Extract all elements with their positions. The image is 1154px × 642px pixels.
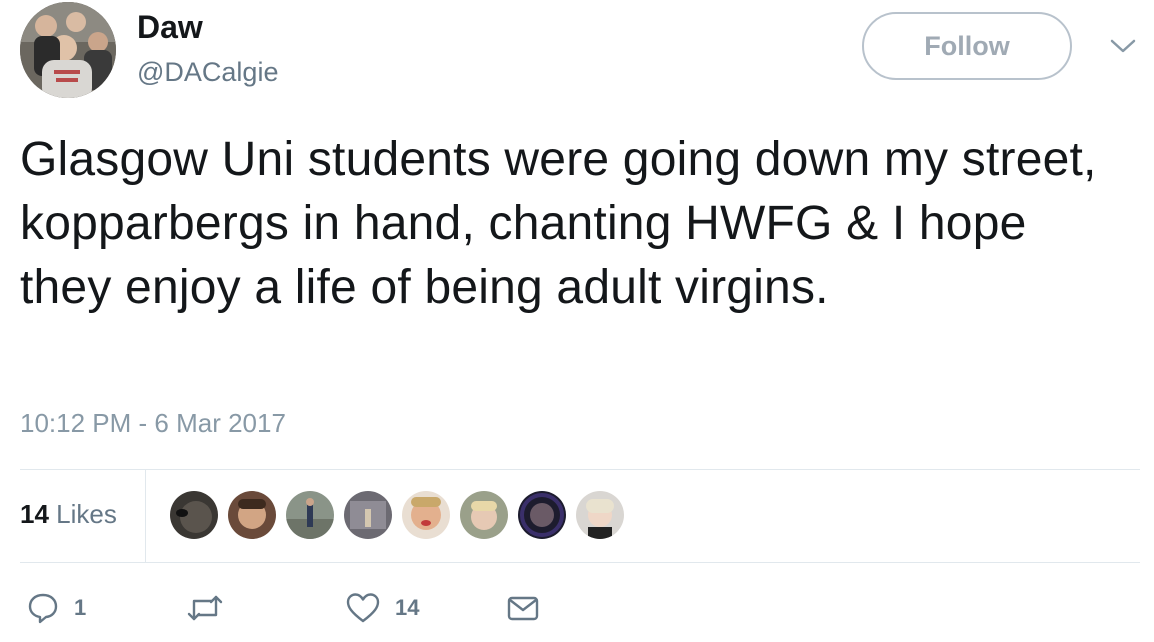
retweet-icon <box>187 595 223 621</box>
display-name[interactable]: Daw <box>137 8 203 46</box>
liker-avatar[interactable] <box>228 491 276 539</box>
reply-count: 1 <box>74 595 87 620</box>
liker-avatar[interactable] <box>170 491 218 539</box>
user-handle[interactable]: @DACalgie <box>137 55 278 89</box>
like-count: 14 <box>395 595 420 620</box>
liker-photo-icon <box>518 491 566 539</box>
avatar[interactable] <box>20 2 116 98</box>
envelope-icon <box>507 596 539 621</box>
liker-avatar[interactable] <box>286 491 334 539</box>
follow-button[interactable]: Follow <box>862 12 1072 80</box>
liker-photo-icon <box>228 491 276 539</box>
liker-avatar[interactable] <box>576 491 624 539</box>
reply-button[interactable]: 1 <box>26 588 86 628</box>
stats-separator <box>145 470 146 562</box>
liker-photo-icon <box>576 491 624 539</box>
tweet-text: Glasgow Uni students were going down my … <box>20 133 1097 314</box>
likes-number: 14 <box>20 499 49 529</box>
liker-photo-icon <box>344 491 392 539</box>
divider-top <box>20 469 1140 470</box>
heart-icon <box>346 593 380 623</box>
liker-photo-icon <box>460 491 508 539</box>
liker-avatar[interactable] <box>460 491 508 539</box>
liker-photo-icon <box>402 491 450 539</box>
direct-message-button[interactable] <box>506 588 540 628</box>
reply-icon <box>28 593 58 624</box>
tweet-timestamp[interactable]: 10:12 PM - 6 Mar 2017 <box>20 406 286 440</box>
retweet-button[interactable] <box>186 588 238 628</box>
chevron-down-icon <box>1110 39 1136 53</box>
liker-avatar[interactable] <box>518 491 566 539</box>
liker-avatar[interactable] <box>344 491 392 539</box>
profile-photo-icon <box>20 2 116 98</box>
like-button[interactable]: 14 <box>345 588 419 628</box>
divider-bottom <box>20 562 1140 563</box>
more-options-button[interactable] <box>1108 34 1138 58</box>
likes-label: Likes <box>48 499 117 529</box>
liker-photo-icon <box>286 491 334 539</box>
liker-photo-icon <box>170 491 218 539</box>
liker-avatar[interactable] <box>402 491 450 539</box>
likes-count-link[interactable]: 14 Likes <box>20 497 117 531</box>
